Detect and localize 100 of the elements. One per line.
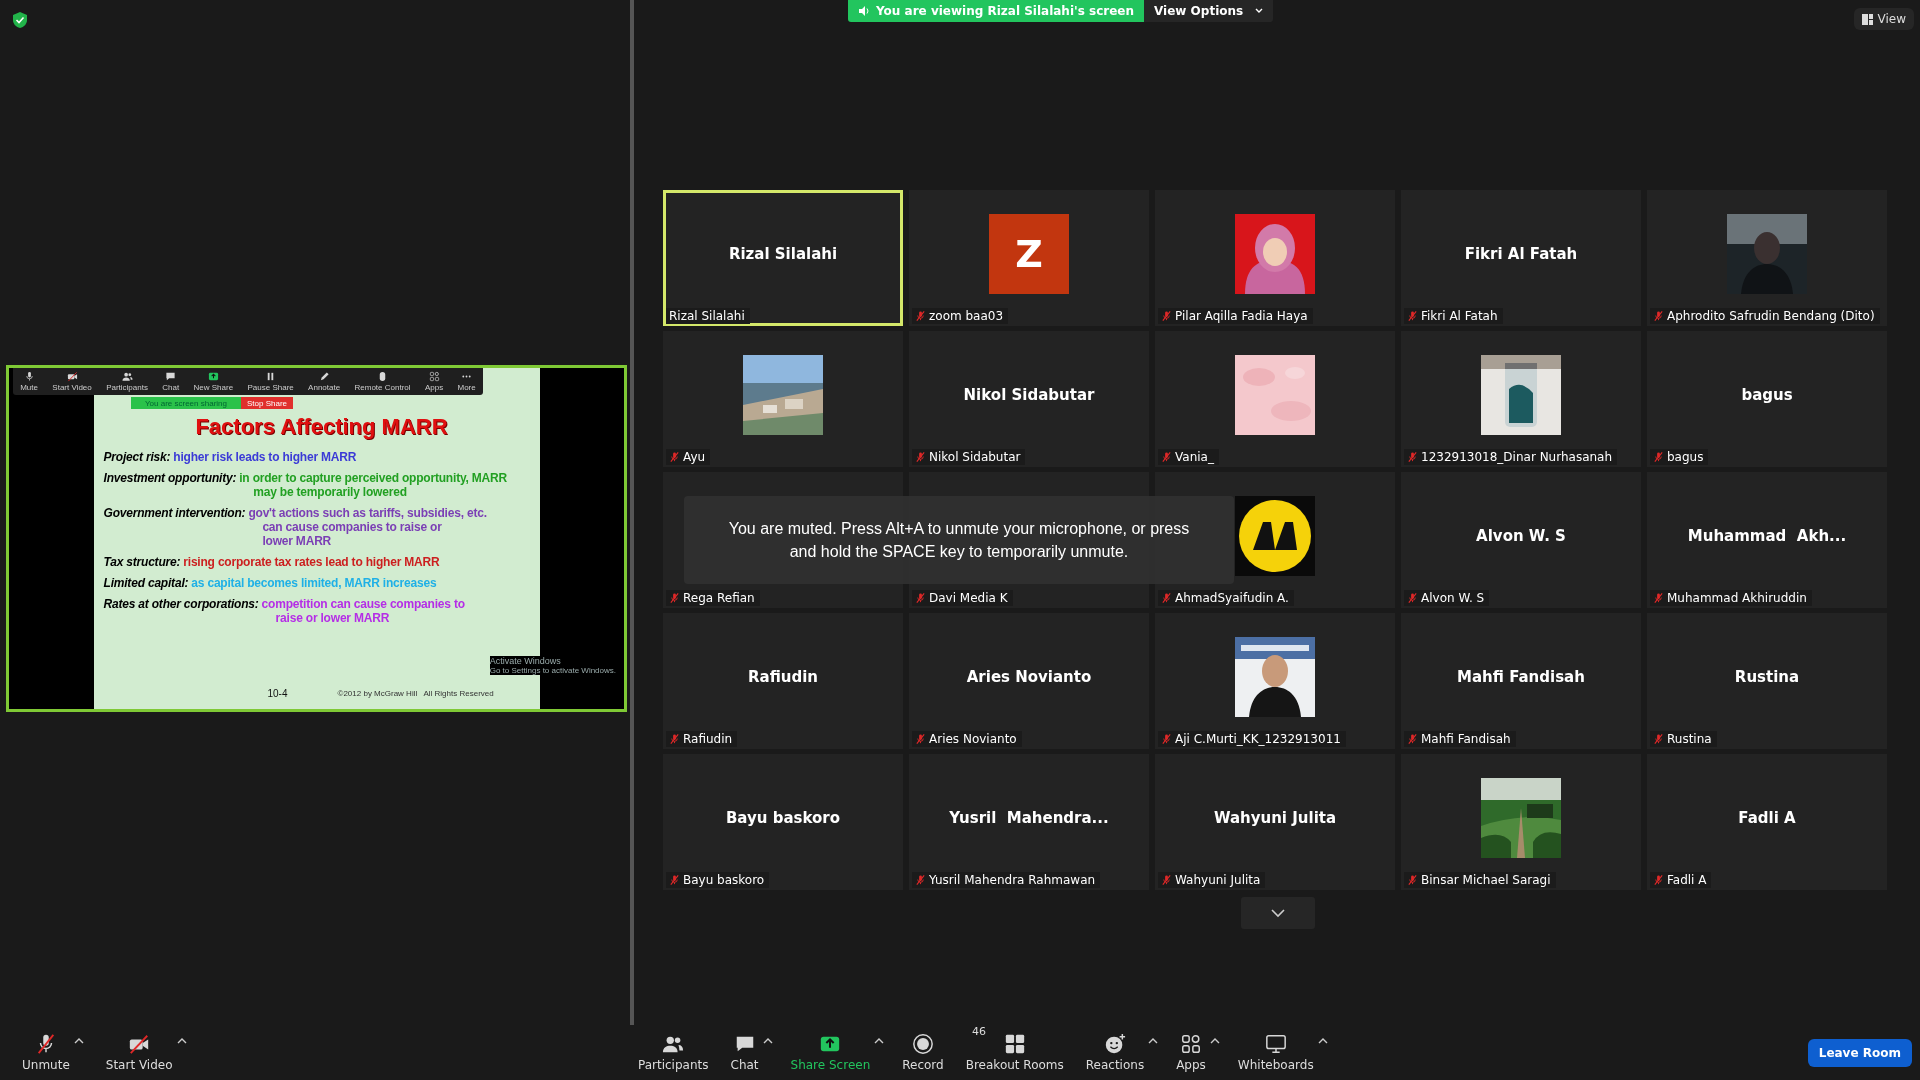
toolbar-button[interactable]: More: [457, 371, 476, 392]
page-number: 10-4: [267, 688, 288, 699]
participant-label: 1232913018_Dinar Nurhasanah: [1421, 450, 1613, 464]
participant-label: bagus: [1667, 450, 1704, 464]
participant-label: Rustina: [1667, 732, 1712, 746]
participant-label: Rafiudin: [683, 732, 733, 746]
participant-label: AhmadSyaifudin A.: [1175, 591, 1289, 605]
participant-label: Davi Media K: [929, 591, 1008, 605]
slide-text: competition can cause companies to raise or lower MARR: [261, 597, 465, 625]
video-tile[interactable]: Alvon W. S Alvon W. S: [1401, 472, 1641, 608]
toolbar-button[interactable]: Participants: [634, 1031, 713, 1074]
viewing-banner: You are viewing Rizal Silalahi's screen: [848, 0, 1145, 22]
toolbar-button[interactable]: Start Video: [101, 1031, 177, 1074]
video-tile[interactable]: Fadli A Fadli A: [1647, 754, 1887, 890]
toolbar-button[interactable]: New Share: [193, 371, 234, 392]
toolbar-button[interactable]: Mute: [20, 371, 38, 392]
video-tile[interactable]: Yusril Mahendra... Yusril Mahendra Rahmawan: [909, 754, 1149, 890]
video-tile[interactable]: bagus bagus: [1647, 331, 1887, 467]
slide-label: Investment opportunity:: [103, 471, 237, 487]
participant-label: zoom baa03: [929, 309, 1004, 323]
video-tile[interactable]: Nikol Sidabutar Nikol Sidabutar: [909, 331, 1149, 467]
participant-name: Wahyuni Julita: [1213, 809, 1337, 827]
slide-text: as capital becomes limited, MARR increases: [191, 576, 437, 590]
participant-name: Fikri Al Fatah: [1464, 245, 1578, 263]
video-tile[interactable]: Rustina Rustina: [1647, 613, 1887, 749]
participant-label: Aries Novianto: [929, 732, 1017, 746]
toolbar-button[interactable]: Whiteboards: [1233, 1031, 1318, 1074]
participant-label: Nikol Sidabutar: [929, 450, 1021, 464]
participant-label: Bayu baskoro: [683, 873, 765, 887]
participant-label: Yusril Mahendra Rahmawan: [929, 873, 1096, 887]
slide-label: Limited capital:: [103, 576, 189, 590]
participant-count: 46: [972, 1025, 986, 1038]
toolbar-button[interactable]: Annotate: [308, 371, 341, 392]
toolbar-button[interactable]: Share Screen: [786, 1031, 875, 1074]
slide-label: Tax structure:: [103, 555, 181, 569]
participant-name: Alvon W. S: [1476, 527, 1566, 545]
participant-label: Aji C.Murti_KK_1232913011: [1175, 732, 1341, 746]
video-tile[interactable]: Z zoom baa03: [909, 190, 1149, 326]
video-tile[interactable]: Rizal Silalahi Rizal Silalahi: [663, 190, 903, 326]
toolbar-button[interactable]: Record: [898, 1031, 948, 1074]
participant-name: Mahfi Fandisah: [1457, 668, 1585, 686]
participant-name: Aries Novianto: [966, 668, 1092, 686]
slide-label: Government intervention:: [103, 506, 246, 522]
avatar-letter: Z: [989, 214, 1069, 294]
video-tile[interactable]: Binsar Michael Saragi: [1401, 754, 1641, 890]
video-tile[interactable]: Aries Novianto Aries Novianto: [909, 613, 1149, 749]
video-tile[interactable]: 1232913018_Dinar Nurhasanah: [1401, 331, 1641, 467]
participant-name: Nikol Sidabutar: [963, 386, 1095, 404]
toolbar-button[interactable]: Remote Control: [354, 371, 411, 392]
participant-label: Pilar Aqilla Fadia Haya: [1175, 309, 1308, 323]
view-button[interactable]: View: [1853, 8, 1914, 30]
participant-name: Yusril Mahendra...: [949, 809, 1109, 827]
video-tile[interactable]: Muhammad Akh... Muhammad Akhiruddin: [1647, 472, 1887, 608]
participant-label: Rizal Silalahi: [669, 309, 745, 323]
view-options-button[interactable]: View Options: [1144, 0, 1274, 22]
video-tile[interactable]: Vania_: [1155, 331, 1395, 467]
muted-toast: You are muted. Press Alt+A to unmute your microphone, or press and hold the SPACE key to temporarily unmute.: [684, 496, 1234, 584]
participant-name: Bayu baskoro: [725, 809, 841, 827]
sharing-banner: You are screen sharing: [131, 397, 241, 409]
participant-label: Alvon W. S: [1421, 591, 1485, 605]
activation-notice: Go to Settings to activate Windows.: [489, 666, 616, 675]
toolbar-button[interactable]: Reactions: [1081, 1031, 1149, 1074]
toolbar-button[interactable]: Apps: [1172, 1031, 1210, 1074]
stop-share-button[interactable]: Stop Share: [241, 397, 293, 409]
toolbar-button[interactable]: Start Video: [52, 371, 92, 392]
toolbar-button[interactable]: Unmute: [18, 1031, 74, 1074]
participant-label: Fikri Al Fatah: [1421, 309, 1498, 323]
toolbar-button[interactable]: Participants: [106, 371, 148, 392]
participant-name: Muhammad Akh...: [1687, 527, 1847, 545]
participant-name: Rafiudin: [748, 668, 818, 686]
video-tile[interactable]: Aphrodito Safrudin Bendang (Dito): [1647, 190, 1887, 326]
video-tile[interactable]: Rafiudin Rafiudin: [663, 613, 903, 749]
toolbar-button[interactable]: Apps: [424, 371, 444, 392]
participant-label: Rega Refian: [683, 591, 755, 605]
participant-name: Fadli A: [1738, 809, 1796, 827]
participant-label: Wahyuni Julita: [1175, 873, 1261, 887]
activation-notice: Activate Windows: [489, 656, 562, 666]
participant-name: bagus: [1741, 386, 1793, 404]
participant-label: Aphrodito Safrudin Bendang (Dito): [1667, 309, 1875, 323]
participant-label: Mahfi Fandisah: [1421, 732, 1511, 746]
video-tile[interactable]: Aji C.Murti_KK_1232913011: [1155, 613, 1395, 749]
participant-label: Vania_: [1175, 450, 1214, 464]
video-tile[interactable]: Wahyuni Julita Wahyuni Julita: [1155, 754, 1395, 890]
participant-label: Ayu: [683, 450, 706, 464]
toolbar-button[interactable]: Pause Share: [247, 371, 294, 392]
slide-label: Rates at other corporations:: [103, 597, 259, 613]
participant-label: Muhammad Akhiruddin: [1667, 591, 1807, 605]
participant-name: Rustina: [1734, 668, 1800, 686]
copyright-text: ©2012 by McGraw Hill All Rights Reserved: [337, 689, 494, 698]
video-tile[interactable]: Fikri Al Fatah Fikri Al Fatah: [1401, 190, 1641, 326]
video-tile[interactable]: Ayu: [663, 331, 903, 467]
participant-name: Rizal Silalahi: [728, 245, 838, 263]
toolbar-button[interactable]: Chat: [726, 1031, 763, 1074]
video-tile[interactable]: Mahfi Fandisah Mahfi Fandisah: [1401, 613, 1641, 749]
video-tile[interactable]: Pilar Aqilla Fadia Haya: [1155, 190, 1395, 326]
slide-text: in order to capture perceived opportunity, MARR may be temporarily lowered: [239, 471, 507, 499]
toolbar-button[interactable]: Chat: [162, 371, 180, 392]
video-tile[interactable]: Bayu baskoro Bayu baskoro: [663, 754, 903, 890]
leave-room-button[interactable]: Leave Room: [1807, 1038, 1912, 1067]
participant-label: Binsar Michael Saragi: [1421, 873, 1551, 887]
